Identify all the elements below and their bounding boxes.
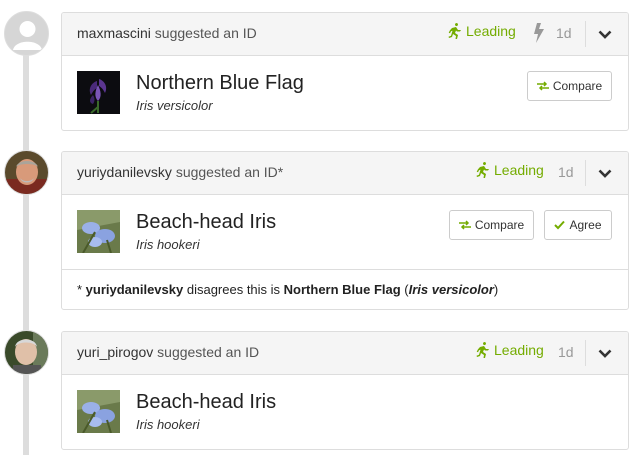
taxon-common-name[interactable]: Beach-head Iris (136, 211, 276, 234)
note-taxon-common[interactable]: Northern Blue Flag (284, 282, 401, 297)
leading-label: Leading (466, 23, 516, 39)
taxon-common-name[interactable]: Northern Blue Flag (136, 72, 304, 95)
user-link[interactable]: yuriydanilevsky (77, 164, 172, 180)
card-body: Beach-head Iris Iris hookeri (62, 375, 628, 449)
card-header: maxmascini suggested an ID Leading 1d (62, 13, 628, 56)
compare-label: Compare (474, 218, 525, 232)
leading-label: Leading (494, 342, 544, 358)
agree-label: Agree (569, 218, 602, 232)
leading-runner-icon (476, 342, 489, 358)
chevron-down-icon[interactable] (598, 346, 612, 364)
taxon-photo[interactable] (77, 390, 120, 433)
action-text: suggested an ID (154, 25, 257, 41)
header-text: yuri_pirogov suggested an ID (77, 344, 259, 360)
timeline-line (23, 40, 29, 455)
compare-label: Compare (552, 79, 603, 93)
disagreement-note: * yuriydanilevsky disagrees this is Nort… (62, 269, 628, 309)
note-close-paren: ) (493, 282, 499, 297)
bolt-icon (532, 23, 546, 48)
header-text: yuriydanilevsky suggested an ID* (77, 164, 283, 180)
note-open-paren: ( (400, 282, 409, 297)
action-text: suggested an ID (157, 344, 260, 360)
header-divider (585, 21, 586, 47)
user-link[interactable]: maxmascini (77, 25, 151, 41)
user-link[interactable]: yuri_pirogov (77, 344, 153, 360)
leading-status: Leading (475, 342, 544, 358)
age-label: 1d (556, 25, 572, 41)
leading-runner-icon (448, 23, 461, 39)
chevron-down-icon[interactable] (598, 27, 612, 45)
age-label: 1d (558, 344, 574, 360)
leading-status: Leading (475, 162, 544, 178)
identification-card: maxmascini suggested an ID Leading 1d No… (61, 12, 629, 131)
taxon-scientific-name: Iris versicolor (136, 98, 213, 113)
leading-status: Leading (447, 23, 516, 39)
card-body: Beach-head Iris Iris hookeri Compare Agr… (62, 195, 628, 269)
avatar[interactable] (4, 330, 49, 375)
compare-arrows-icon (458, 220, 471, 230)
taxon-photo[interactable] (77, 71, 120, 114)
avatar[interactable] (4, 150, 49, 195)
leading-label: Leading (494, 162, 544, 178)
taxon-photo[interactable] (77, 210, 120, 253)
note-taxon-scientific: Iris versicolor (408, 282, 494, 297)
card-header: yuriydanilevsky suggested an ID* Leading… (62, 152, 628, 195)
default-avatar-icon[interactable] (4, 11, 49, 56)
taxon-scientific-name: Iris hookeri (136, 237, 200, 252)
compare-arrows-icon (536, 81, 549, 91)
taxon-common-name[interactable]: Beach-head Iris (136, 391, 276, 414)
identification-card: yuri_pirogov suggested an ID Leading 1d … (61, 331, 629, 450)
check-icon (554, 220, 566, 230)
agree-button[interactable]: Agree (544, 210, 612, 240)
header-divider (585, 160, 586, 186)
card-body: Northern Blue Flag Iris versicolor Compa… (62, 56, 628, 130)
disagreement-text: * yuriydanilevsky disagrees this is Nort… (77, 282, 498, 297)
age-label: 1d (558, 164, 574, 180)
leading-runner-icon (476, 162, 489, 178)
note-text: disagrees this is (183, 282, 284, 297)
taxon-scientific-name: Iris hookeri (136, 417, 200, 432)
compare-button[interactable]: Compare (449, 210, 534, 240)
chevron-down-icon[interactable] (598, 166, 612, 184)
note-prefix: * (77, 282, 86, 297)
action-text: suggested an ID* (175, 164, 284, 180)
header-divider (585, 340, 586, 366)
header-text: maxmascini suggested an ID (77, 25, 257, 41)
compare-button[interactable]: Compare (527, 71, 612, 101)
note-user[interactable]: yuriydanilevsky (86, 282, 184, 297)
card-header: yuri_pirogov suggested an ID Leading 1d (62, 332, 628, 375)
identification-card: yuriydanilevsky suggested an ID* Leading… (61, 151, 629, 310)
